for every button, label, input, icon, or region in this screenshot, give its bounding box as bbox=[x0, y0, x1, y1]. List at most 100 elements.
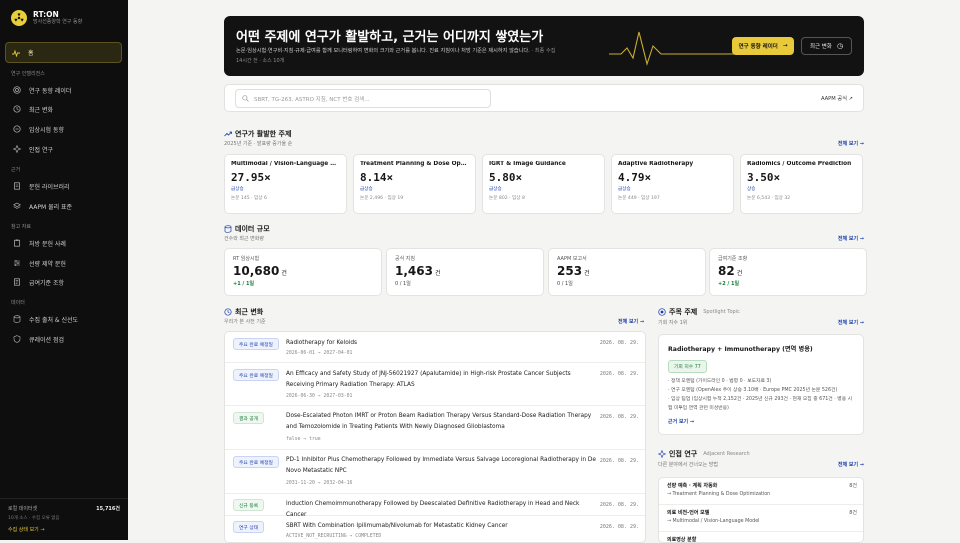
adjacent-more-link[interactable]: 전체 보기 → bbox=[838, 461, 864, 468]
spotlight-more-link[interactable]: 전체 보기 → bbox=[838, 319, 864, 326]
clipboard-icon bbox=[13, 239, 21, 247]
nav-item-label: 선량 제약 문헌 bbox=[29, 260, 66, 268]
radar-icon bbox=[13, 86, 21, 94]
nav-item-sources[interactable]: 수집 출처 & 신선도 bbox=[5, 311, 122, 327]
spotlight-line: · 연구 모멘텀 (OpenAlex 주이 상승 3.10배 · Europe … bbox=[668, 388, 838, 393]
stat-unit: 건 bbox=[584, 270, 590, 277]
brand-subtitle: 방사선종양학 연구 동향 bbox=[33, 19, 83, 25]
recent-changes-label: 최근 변화 bbox=[809, 44, 832, 50]
layers-icon bbox=[13, 202, 21, 210]
stat-card[interactable]: RT 임상시험 10,680 건 +1 / 1일 bbox=[224, 248, 382, 296]
topic-trend: 급상승 bbox=[489, 187, 502, 192]
radar-button-label: 연구 동향 레이더 bbox=[738, 44, 778, 50]
list-item[interactable]: 주요 완료 예정일 Radiotherapy for Keloids 2026-… bbox=[225, 332, 645, 363]
nav-item-changes[interactable]: 최근 변화 bbox=[5, 101, 122, 117]
topic-card[interactable]: Adaptive Radiotherapy 4.79× 급상승 논문 449 · 임상… bbox=[611, 154, 734, 214]
history-icon bbox=[224, 308, 232, 316]
stat-name: 공식 지침 bbox=[395, 256, 415, 262]
aapm-official-link[interactable]: AAPM 공식 ↗ bbox=[821, 95, 853, 102]
nav-group-label: 데이터 bbox=[11, 300, 25, 306]
changes-title: 최근 변화 bbox=[235, 308, 264, 316]
list-item[interactable]: 의료영상 분할 bbox=[659, 532, 863, 542]
list-item[interactable]: 결과 공개 Dose-Escalated Photon IMRT or Prot… bbox=[225, 406, 645, 450]
changes-more-link[interactable]: 전체 보기 → bbox=[618, 318, 644, 325]
topic-trend: 상승 bbox=[747, 187, 756, 192]
collection-status-link[interactable]: 수집 상태 보기 → bbox=[8, 526, 120, 533]
nav-item-label: 큐레이션 점검 bbox=[29, 336, 65, 344]
change-badge: 주요 완료 예정일 bbox=[233, 369, 279, 381]
nav-item-radar[interactable]: 연구 동향 레이더 bbox=[5, 82, 122, 98]
list-item[interactable]: 주요 완료 예정일 PD-1 Inhibitor Plus Chemothera… bbox=[225, 450, 645, 494]
stat-card[interactable]: AAPM 보고서 253 건 0 / 1일 bbox=[548, 248, 706, 296]
stat-value: 253 bbox=[557, 264, 583, 278]
radar-button[interactable]: 연구 동향 레이더 → bbox=[732, 37, 794, 55]
change-date: 2026. 08. 29. bbox=[599, 371, 639, 377]
dataset-label: 로컬 데이터셋 bbox=[8, 506, 38, 512]
stat-card[interactable]: 공식 지침 1,463 건 0 / 1일 bbox=[386, 248, 544, 296]
nav-group-label: 연구 인텔리전스 bbox=[11, 71, 45, 77]
stat-delta: +1 / 1일 bbox=[233, 281, 255, 287]
search-placeholder: SBRT, TG-263, ASTRO 지침, NCT 번호 검색... bbox=[254, 96, 370, 103]
brand[interactable]: RT:ON 방사선종양학 연구 동향 bbox=[11, 10, 82, 26]
nav-item-library[interactable]: 문헌 라이브러리 bbox=[5, 178, 122, 194]
topic-card[interactable]: Treatment Planning & Dose Optimization 8.… bbox=[353, 154, 476, 214]
nav-item-adjacent[interactable]: 인접 연구 bbox=[5, 141, 122, 157]
stat-delta: 0 / 1일 bbox=[395, 281, 411, 287]
list-item[interactable]: 연구 상태 SBRT With Combination Ipilimumab/N… bbox=[225, 516, 645, 542]
nav-item-prescription[interactable]: 처방 문헌 사례 bbox=[5, 235, 122, 251]
nav-item-curation[interactable]: 큐레이션 점검 bbox=[5, 331, 122, 347]
spotlight-card[interactable]: Radiotherapy + Immunotherapy (면역 병용) 기회 … bbox=[658, 334, 864, 435]
change-title: PD-1 Inhibitor Plus Chemotherapy Followe… bbox=[286, 457, 596, 474]
stat-card[interactable]: 급여기준 조항 82 건 +2 / 1일 bbox=[709, 248, 867, 296]
nav-item-reimbursement[interactable]: 급여기준 조항 bbox=[5, 274, 122, 290]
topic-trend: 급상승 bbox=[618, 187, 631, 192]
sliders-icon bbox=[13, 259, 21, 267]
stat-name: AAPM 보고서 bbox=[557, 256, 587, 262]
nav-item-label: 연구 동향 레이더 bbox=[29, 87, 72, 95]
nav-item-label: 최근 변화 bbox=[29, 106, 53, 114]
nav-item-trials[interactable]: 임상시험 동향 bbox=[5, 121, 122, 137]
topic-growth: 4.79× bbox=[618, 171, 652, 184]
nav-item-label: 임상시험 동향 bbox=[29, 126, 65, 134]
evidence-link[interactable]: 근거 보기 → bbox=[668, 418, 854, 425]
list-item[interactable]: 선량 예측 · 계획 자동화 → Treatment Planning & Dos… bbox=[659, 478, 863, 505]
list-item[interactable]: 주요 완료 예정일 An Efficacy and Safety Study o… bbox=[225, 363, 645, 406]
nav-item-dose[interactable]: 선량 제약 문헌 bbox=[5, 255, 122, 271]
topic-growth: 5.80× bbox=[489, 171, 523, 184]
section-title-changes: 최근 변화 bbox=[224, 307, 263, 317]
spotlight-title: 주목 주제 bbox=[669, 308, 698, 316]
topic-card[interactable]: Radiomics / Outcome Prediction 3.50× 상승 논문 … bbox=[740, 154, 863, 214]
sparkle-icon bbox=[658, 450, 666, 458]
list-item[interactable]: 신규 등록 Induction Chemoimmunotherapy Follo… bbox=[225, 494, 645, 518]
adjacent-name: 선량 예측 · 계획 자동화 bbox=[667, 483, 718, 489]
topic-name: Treatment Planning & Dose Optimization bbox=[360, 161, 469, 167]
adjacent-related: → Treatment Planning & Dose Optimization bbox=[667, 492, 771, 497]
nav-home[interactable]: 홈 bbox=[5, 42, 122, 63]
list-item[interactable]: 의료 비전-언어 모델 → Multimodal / Vision-Languag… bbox=[659, 505, 863, 532]
change-badge: 주요 완료 예정일 bbox=[233, 338, 279, 350]
search-input[interactable]: SBRT, TG-263, ASTRO 지침, NCT 번호 검색... bbox=[235, 89, 491, 108]
stat-delta: 0 / 1일 bbox=[557, 281, 573, 287]
changes-list: 주요 완료 예정일 Radiotherapy for Keloids 2026-… bbox=[224, 331, 646, 543]
data-subtitle: 건수와 최근 변화량 bbox=[224, 236, 264, 242]
spotlight-subtitle: 기회 지수 1위 bbox=[658, 320, 688, 326]
change-meta: 2026-06-30 → 2027-03-01 bbox=[286, 394, 353, 399]
change-badge: 주요 완료 예정일 bbox=[233, 456, 279, 468]
topic-meta: 논문 449 · 임상 197 bbox=[618, 196, 660, 201]
nav-item-label: 문헌 라이브러리 bbox=[29, 183, 70, 191]
history-icon: ◷ bbox=[836, 42, 844, 50]
topic-growth: 27.95× bbox=[231, 171, 271, 184]
topics-more-link[interactable]: 전체 보기 → bbox=[838, 140, 864, 147]
topics-subtitle: 2025년 기준 · 발표량 증가율 순 bbox=[224, 141, 293, 147]
stat-value: 82 bbox=[718, 264, 735, 278]
opportunity-badge: 기회 지수 77 bbox=[668, 360, 707, 373]
nav-item-aapm[interactable]: AAPM 물리 표준 bbox=[5, 198, 122, 214]
change-badge: 신규 등록 bbox=[233, 499, 265, 511]
recent-changes-button[interactable]: 최근 변화 ◷ bbox=[801, 37, 852, 55]
data-more-link[interactable]: 전체 보기 → bbox=[838, 235, 864, 242]
change-date: 2026. 08. 29. bbox=[599, 524, 639, 530]
nav-home-label: 홈 bbox=[28, 50, 34, 57]
topic-card[interactable]: IGRT & Image Guidance 5.80× 급상승 논문 802 · 임상… bbox=[482, 154, 605, 214]
stat-unit: 건 bbox=[736, 270, 743, 277]
topic-card[interactable]: Multimodal / Vision-Language Model 27.95×… bbox=[224, 154, 347, 214]
